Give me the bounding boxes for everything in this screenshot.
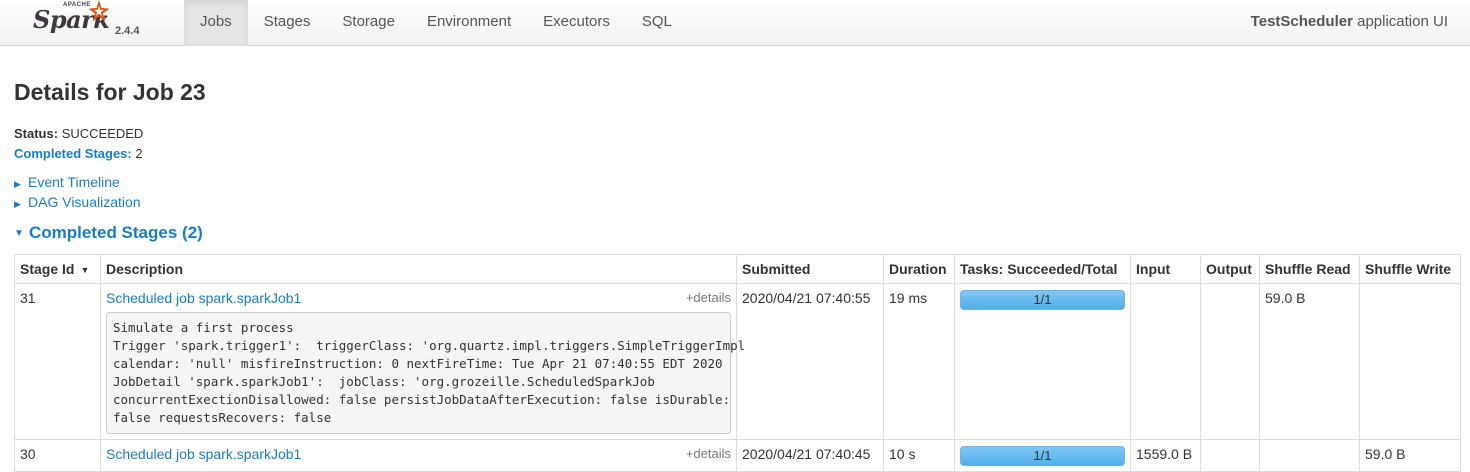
top-navbar: APACHE Spark 2.4.4 Jobs Stages Storage E…: [0, 0, 1470, 46]
completed-stages-table: Stage Id ▼ Description Submitted Duration…: [14, 254, 1461, 472]
completed-stages-link[interactable]: Completed Stages:: [14, 146, 132, 161]
tab-sql[interactable]: SQL: [626, 0, 688, 46]
stage-id-cell: 30: [14, 439, 101, 472]
tasks-progress-label: 1/1: [1033, 448, 1052, 463]
completed-stages-section-toggle[interactable]: ▼ Completed Stages (2): [14, 223, 203, 243]
completed-stages-count: 2: [135, 146, 143, 161]
event-timeline-toggle[interactable]: ▶ Event Timeline: [14, 174, 120, 190]
event-timeline-label: Event Timeline: [28, 174, 120, 190]
completed-stages-section-title: Completed Stages (2): [29, 223, 203, 242]
tab-stages[interactable]: Stages: [248, 0, 327, 46]
status-label: Status:: [14, 126, 59, 141]
header-stage-id-label: Stage Id: [20, 261, 75, 277]
details-toggle-link[interactable]: +details: [686, 290, 731, 305]
shuffle-read-cell: [1259, 439, 1360, 472]
tasks-progress-bar: 1/1: [960, 446, 1125, 466]
input-cell: 1559.0 B: [1130, 439, 1201, 472]
stage-description-link[interactable]: Scheduled job spark.sparkJob1: [106, 446, 301, 462]
duration-cell: 10 s: [883, 439, 955, 472]
table-row: 30 Scheduled job spark.sparkJob1 +detail…: [14, 439, 1461, 472]
table-row: 31 Scheduled job spark.sparkJob1 +detail…: [14, 283, 1461, 440]
output-cell: [1200, 283, 1260, 440]
app-name: TestScheduler: [1250, 13, 1353, 30]
page-title: Details for Job 23: [14, 79, 206, 105]
application-title: TestScheduler application UI: [1251, 0, 1448, 44]
submitted-cell: 2020/04/21 07:40:55: [736, 283, 884, 440]
header-input[interactable]: Input: [1130, 254, 1201, 284]
submitted-cell: 2020/04/21 07:40:45: [736, 439, 884, 472]
description-cell: Scheduled job spark.sparkJob1 +details S…: [100, 283, 745, 440]
sort-desc-icon: ▼: [80, 265, 90, 275]
tasks-progress-label: 1/1: [1033, 292, 1052, 307]
tab-storage[interactable]: Storage: [326, 0, 411, 46]
description-cell: Scheduled job spark.sparkJob1 +details: [100, 439, 737, 472]
dag-visualization-label: DAG Visualization: [28, 194, 141, 210]
arrow-right-icon: ▶: [14, 199, 21, 209]
spark-logo[interactable]: APACHE Spark 2.4.4: [33, 0, 153, 46]
nav-tabs: Jobs Stages Storage Environment Executor…: [184, 0, 688, 46]
completed-stages-label: Completed Stages:: [14, 146, 132, 161]
header-submitted[interactable]: Submitted: [736, 254, 884, 284]
completed-stages-row: Completed Stages: 2: [14, 144, 143, 164]
shuffle-read-cell: 59.0 B: [1259, 283, 1360, 440]
stage-details-box: Simulate a first process Trigger 'spark.…: [106, 312, 745, 434]
description-top: Scheduled job spark.sparkJob1 +details: [106, 446, 731, 462]
tasks-cell: 1/1: [954, 439, 1131, 472]
header-tasks[interactable]: Tasks: Succeeded/Total: [954, 254, 1131, 284]
stage-id-cell: 31: [14, 283, 101, 440]
status-row: Status: SUCCEEDED: [14, 124, 143, 144]
tasks-progress-bar: 1/1: [960, 290, 1125, 310]
tasks-cell: 1/1: [954, 283, 1131, 440]
shuffle-write-cell: [1359, 283, 1461, 440]
header-shuffle-write[interactable]: Shuffle Write: [1359, 254, 1461, 284]
tab-executors[interactable]: Executors: [527, 0, 626, 46]
tab-jobs[interactable]: Jobs: [184, 0, 248, 46]
header-stage-id[interactable]: Stage Id ▼: [14, 254, 101, 284]
app-suffix: application UI: [1357, 13, 1448, 30]
input-cell: [1130, 283, 1201, 440]
shuffle-write-cell: 59.0 B: [1359, 439, 1461, 472]
header-duration[interactable]: Duration: [883, 254, 955, 284]
tab-environment[interactable]: Environment: [411, 0, 527, 46]
spark-version: 2.4.4: [115, 25, 140, 37]
header-shuffle-read[interactable]: Shuffle Read: [1259, 254, 1360, 284]
job-summary: Status: SUCCEEDED Completed Stages: 2: [14, 124, 143, 164]
status-value: SUCCEEDED: [61, 126, 144, 141]
header-description[interactable]: Description: [100, 254, 737, 284]
arrow-down-icon: ▼: [14, 228, 24, 239]
description-top: Scheduled job spark.sparkJob1 +details: [106, 290, 731, 306]
header-output[interactable]: Output: [1200, 254, 1260, 284]
output-cell: [1200, 439, 1260, 472]
dag-visualization-toggle[interactable]: ▶ DAG Visualization: [14, 194, 141, 210]
table-header-row: Stage Id ▼ Description Submitted Duration…: [14, 254, 1461, 284]
details-toggle-link[interactable]: +details: [686, 446, 731, 461]
spark-star-icon: [88, 0, 110, 22]
stage-description-link[interactable]: Scheduled job spark.sparkJob1: [106, 290, 301, 306]
arrow-right-icon: ▶: [14, 179, 21, 189]
duration-cell: 19 ms: [883, 283, 955, 440]
